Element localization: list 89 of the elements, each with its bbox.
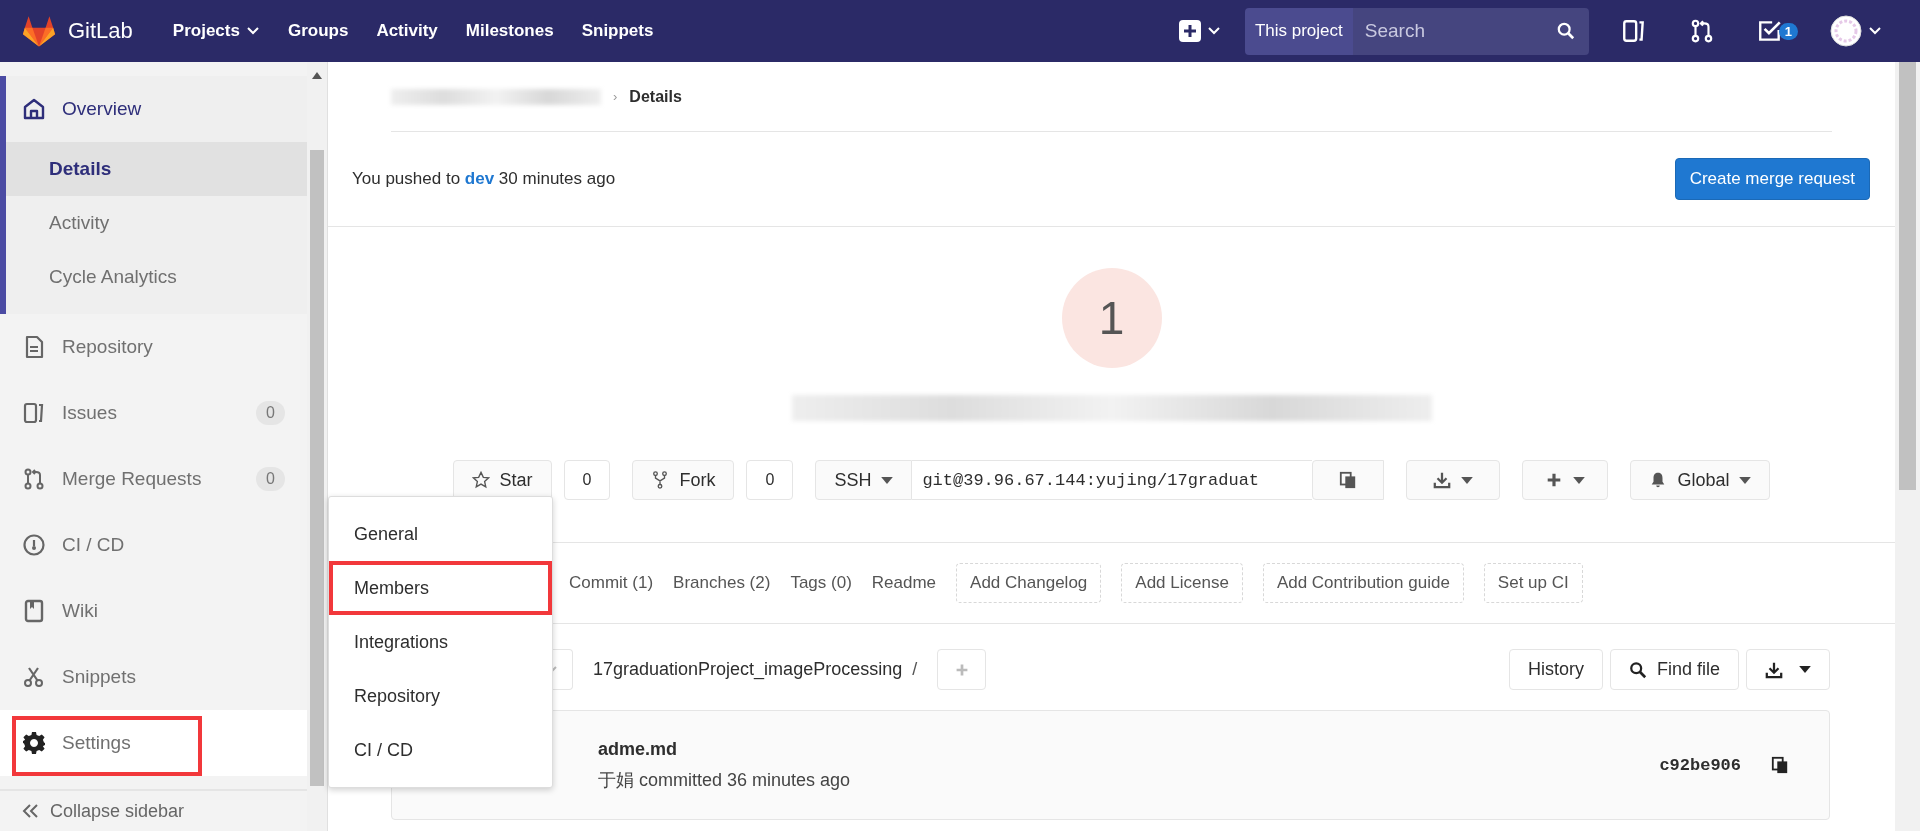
project-stat-link[interactable]: Tags (0) (790, 573, 852, 593)
commit-sha[interactable]: c92be906 (1659, 755, 1741, 775)
breadcrumb-separator: › (613, 89, 618, 104)
caret-icon (1799, 666, 1811, 673)
history-button[interactable]: History (1508, 649, 1603, 690)
repository-path[interactable]: 17graduationProject_imageProcessing (593, 659, 903, 680)
sidebar-subitem[interactable]: Details (6, 142, 307, 196)
caret-icon (881, 476, 894, 484)
add-button[interactable] (1522, 460, 1609, 500)
brand-name[interactable]: GitLab (68, 18, 133, 44)
menu-item[interactable]: CI / CD (329, 723, 552, 777)
count-badge: 0 (256, 467, 285, 491)
commit-title[interactable]: adme.md (598, 738, 851, 760)
gauge-icon (22, 533, 46, 557)
project-stat-link[interactable]: Readme (871, 573, 937, 593)
nav-link[interactable]: Snippets (581, 21, 654, 41)
sidebar-item[interactable]: Overview (6, 76, 307, 142)
download-icon (1433, 471, 1452, 489)
sidebar-item[interactable]: Repository (0, 314, 307, 380)
sidebar-item[interactable]: Settings (0, 710, 307, 776)
nav-link[interactable]: Activity (376, 21, 438, 41)
menu-item[interactable]: General (329, 507, 552, 561)
chevron-icon (245, 26, 260, 36)
protocol-dropdown[interactable]: SSH (815, 460, 913, 500)
nav-link[interactable]: Groups (287, 21, 349, 41)
merge-icon (22, 467, 46, 491)
caret-icon (1461, 476, 1474, 484)
scroll-up-arrow-icon[interactable] (312, 72, 322, 79)
chevron-icon[interactable] (1206, 26, 1221, 36)
suggestion-button[interactable]: Add License (1121, 563, 1243, 603)
plus-icon[interactable] (1178, 20, 1201, 42)
suggestion-button[interactable]: Add Contribution guide (1262, 563, 1464, 603)
todo-count-badge: 1 (1778, 22, 1798, 40)
sidebar-item[interactable]: Merge Requests 0 (0, 446, 307, 512)
sidebar-scrollbar[interactable] (307, 62, 328, 831)
caret-icon (1573, 476, 1586, 484)
double-chevron-icon (22, 803, 40, 819)
chevron-icon[interactable] (1868, 26, 1882, 36)
home-icon (22, 97, 46, 121)
issues-icon[interactable] (1620, 18, 1647, 44)
menu-item[interactable]: Repository (329, 669, 552, 723)
find-file-button[interactable]: Find file (1609, 649, 1739, 690)
copy-icon (1339, 471, 1358, 489)
download-button[interactable] (1406, 460, 1501, 500)
download-button[interactable] (1746, 649, 1830, 690)
nav-link[interactable]: Milestones (465, 21, 554, 41)
todo-icon[interactable] (1756, 18, 1783, 44)
sidebar-item[interactable]: CI / CD (0, 512, 307, 578)
fork-count[interactable]: 0 (746, 460, 794, 500)
settings-icon (22, 731, 46, 755)
project-avatar: 1 (1061, 268, 1162, 368)
nav-link[interactable]: Projects (172, 21, 260, 41)
suggestion-button[interactable]: Add Changelog (956, 563, 1102, 603)
search-field[interactable]: Search (1352, 7, 1589, 55)
menu-item[interactable]: Integrations (329, 615, 552, 669)
fork-button[interactable]: Fork (632, 460, 735, 500)
notification-dropdown[interactable]: Global (1630, 460, 1771, 500)
star-icon (471, 471, 490, 489)
avatar-icon[interactable] (1830, 15, 1862, 47)
count-badge: 0 (256, 401, 285, 425)
sidebar-subitem[interactable]: Activity (6, 196, 307, 250)
sidebar-subitem[interactable]: Cycle Analytics (6, 250, 307, 304)
branch-link[interactable]: dev (464, 169, 495, 188)
commit-meta: 于娟 committed 36 minutes ago (598, 768, 851, 792)
book-icon (22, 599, 46, 623)
download-icon (1765, 660, 1783, 679)
sidebar-item[interactable]: Issues 0 (0, 380, 307, 446)
star-count[interactable]: 0 (563, 460, 611, 500)
fox-logo-icon (22, 15, 56, 47)
menu-item[interactable]: Members (329, 561, 552, 615)
clone-url-field[interactable]: git@39.96.67.144:yujing/17graduat (912, 460, 1313, 500)
suggestion-button[interactable]: Set up CI (1483, 563, 1583, 603)
sidebar-item[interactable]: Wiki (0, 578, 307, 644)
fork-icon (651, 471, 670, 489)
project-stat-link[interactable]: Commit (1) (569, 573, 654, 593)
breadcrumb-item[interactable]: Details (629, 87, 682, 106)
caret-icon (1739, 476, 1752, 484)
search-icon (1628, 660, 1647, 679)
copy-button[interactable] (1312, 460, 1385, 500)
scissors-icon (22, 665, 46, 689)
sidebar-item[interactable]: Snippets (0, 644, 307, 710)
push-notice: You pushed to dev 30 minutes ago (352, 169, 616, 189)
copy-icon[interactable] (1771, 756, 1789, 774)
issues-icon (22, 401, 46, 425)
search-scope[interactable]: This project (1244, 7, 1353, 55)
path-separator: / (912, 659, 918, 680)
project-stat-link[interactable]: Branches (2) (673, 573, 771, 593)
create-merge-request-button[interactable]: Create merge request (1674, 158, 1870, 200)
page-scrollbar[interactable] (1895, 62, 1920, 831)
